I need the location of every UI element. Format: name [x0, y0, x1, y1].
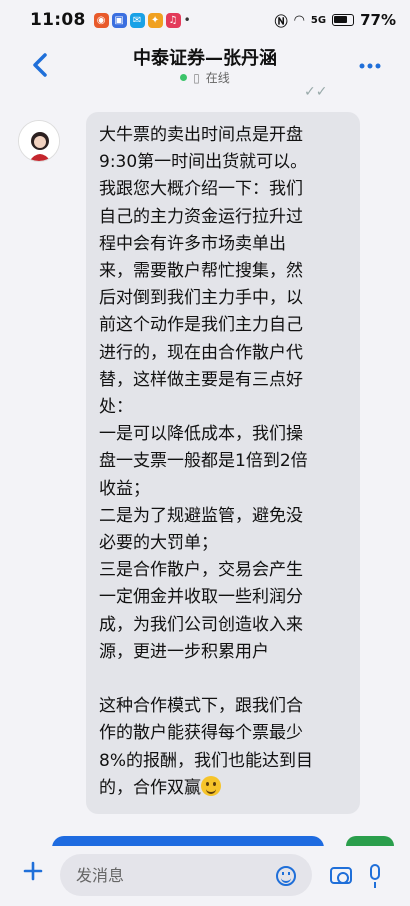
more-options-button[interactable] — [358, 52, 382, 77]
message-line: 大牛票的卖出时间点是开盘 — [99, 125, 303, 145]
status-bar: 11:08 ◉ ▣ ✉ ✦ ♫ • Ⓝ ◠ 5G 77% — [0, 0, 410, 40]
message-line: 处： — [99, 397, 133, 418]
camera-button[interactable] — [330, 867, 352, 884]
battery-percent: 77% — [360, 11, 396, 29]
emoji-button[interactable] — [276, 866, 296, 886]
message-input-bar — [0, 846, 410, 906]
read-receipt-icon: ✓✓ — [304, 84, 328, 100]
message-line: 这种合作模式下，跟我们合 — [99, 696, 303, 717]
phone-icon: ▯ — [193, 70, 200, 85]
message-line: 二是为了规避监管，避免没 — [99, 505, 303, 526]
more-dots-icon — [359, 63, 381, 69]
system-icons: Ⓝ ◠ 5G 77% — [275, 11, 396, 30]
message-line: 自己的主力资金运行拉升过 — [99, 206, 303, 227]
message-line: 必要的大罚单； — [99, 533, 218, 554]
message-line: 一是可以降低成本，我们操 — [99, 424, 303, 445]
notification-icons: ◉ ▣ ✉ ✦ ♫ • — [93, 12, 191, 28]
message-line: 8%的报酬，我们也能达到目 — [99, 750, 313, 771]
message-line: 三是合作散户，交易会产生 — [99, 560, 303, 581]
message-line: 来，需要散户帮忙搜集，然 — [99, 261, 303, 282]
message-line: 前这个动作是我们主力自己 — [99, 315, 303, 336]
message-line: 源，更进一步积累用户 — [99, 641, 269, 662]
app-notification-icon: ✉ — [129, 12, 145, 28]
cellular-signal-icon: 5G — [310, 14, 327, 26]
chat-title: 中泰证券—张丹涵 — [133, 48, 277, 69]
app-notification-icon: ✦ — [147, 12, 163, 28]
voice-button[interactable] — [370, 864, 380, 888]
presence-status: ▯ 在线 — [0, 69, 410, 86]
message-line: 后对倒到我们主力手中，以 — [99, 288, 303, 309]
online-dot-icon — [180, 74, 188, 81]
sender-avatar[interactable] — [18, 120, 60, 162]
message-line: 程中会有许多市场卖单出 — [99, 233, 286, 254]
avatar-image — [19, 121, 59, 161]
message-input[interactable] — [60, 854, 312, 896]
attach-button[interactable] — [22, 860, 44, 888]
grinning-emoji-icon — [201, 775, 221, 796]
message-line: 一定佣金并收取一些利润分 — [99, 587, 303, 608]
message-bubble[interactable]: 大牛票的卖出时间点是开盘 9:30第一时间出货就可以。 我跟您大概介绍一下：我们 自己… — [86, 112, 360, 814]
message-line: 作的散户能获得每个票最少 — [99, 723, 303, 744]
app-notification-icon: ▣ — [111, 12, 127, 28]
app-notification-icon: ◉ — [93, 12, 109, 28]
wifi-icon: ◠ — [293, 12, 305, 28]
message-line: 成，为我们公司创造收入来 — [99, 614, 303, 635]
message-line: 的，合作双赢 — [99, 775, 348, 802]
nfc-icon: Ⓝ — [274, 14, 288, 30]
plus-icon — [23, 861, 43, 881]
message-line: 9:30第一时间出货就可以。 — [99, 152, 308, 173]
chat-header: 中泰证券—张丹涵 ▯ 在线 ✓✓ — [0, 40, 410, 100]
battery-icon — [332, 14, 355, 26]
more-notifications-icon: • — [183, 13, 191, 27]
status-time: 11:08 — [30, 10, 86, 30]
presence-text: 在线 — [205, 71, 230, 85]
message-line: 收益； — [99, 478, 150, 499]
message-line: 我跟您大概介绍一下：我们 — [99, 179, 303, 200]
message-line: 盘一支票一般都是1倍到2倍 — [99, 451, 308, 472]
message-line: 进行的，现在由合作散户代 — [99, 342, 303, 363]
message-line: 替，这样做主要是有三点好 — [99, 369, 303, 390]
music-icon: ♫ — [165, 12, 181, 28]
